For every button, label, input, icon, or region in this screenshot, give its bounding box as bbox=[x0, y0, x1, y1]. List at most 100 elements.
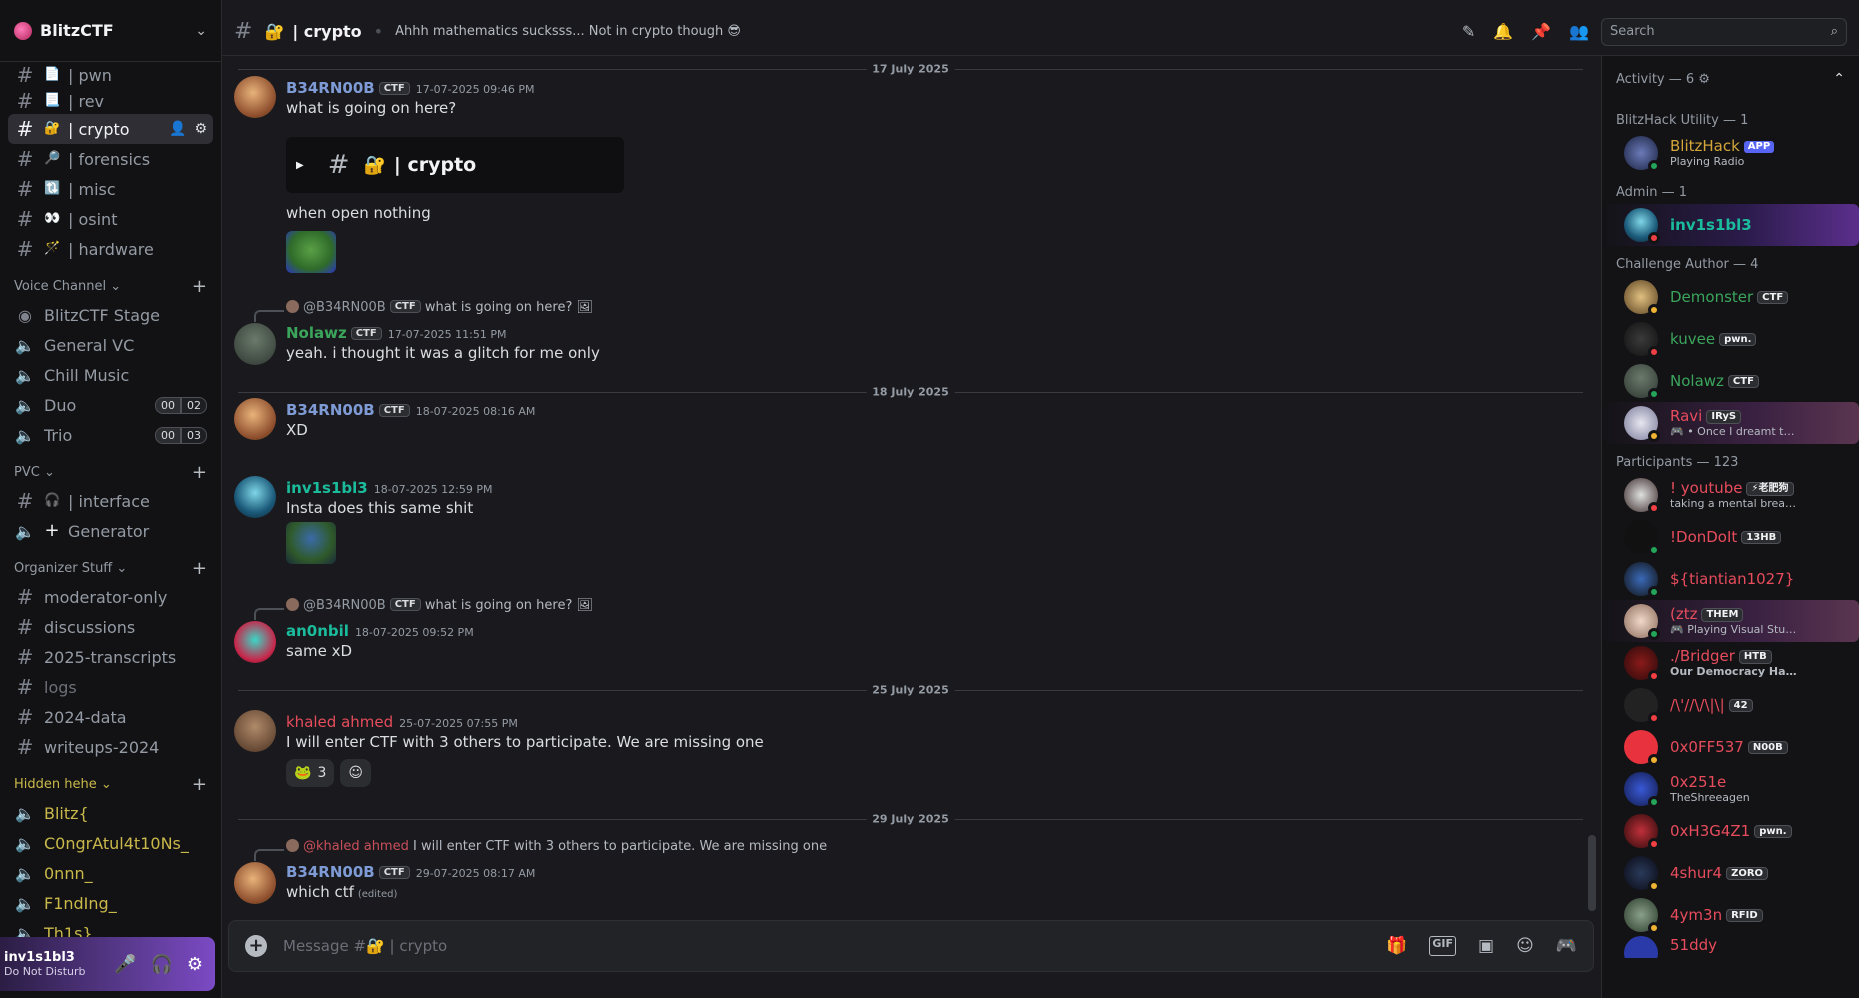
add-channel-icon[interactable]: + bbox=[192, 774, 207, 795]
voice-chill[interactable]: 🔈 Chill Music bbox=[8, 360, 213, 390]
member-item[interactable]: /\'//\/\|\| 42 bbox=[1602, 684, 1859, 726]
author-name[interactable]: B34RN00B bbox=[286, 79, 375, 97]
add-channel-icon[interactable]: + bbox=[192, 276, 207, 297]
channel-forensics[interactable]: # 🔎 | forensics bbox=[8, 144, 213, 174]
avatar[interactable] bbox=[234, 76, 276, 118]
chevron-down-icon[interactable]: ⌄ bbox=[195, 23, 207, 39]
channel-topic[interactable]: Ahhh mathematics sucksss... Not in crypt… bbox=[395, 24, 741, 39]
reply-preview[interactable]: @B34RN00B CTF what is going on here? 🖼 bbox=[286, 300, 593, 315]
channel-embed[interactable]: ▶ # 🔐 | crypto bbox=[286, 137, 624, 193]
gif-icon[interactable]: GIF bbox=[1429, 936, 1457, 956]
hash-icon: # bbox=[16, 63, 34, 87]
user-tag: CTF bbox=[350, 327, 382, 340]
avatar[interactable] bbox=[234, 398, 276, 440]
message-composer[interactable]: + Message #🔐 | crypto 🎁 GIF ▣ ☺ 🎮 bbox=[228, 920, 1594, 972]
voice-generator[interactable]: 🔈 + Generator bbox=[8, 516, 213, 546]
channel-moderator-only[interactable]: # moderator-only bbox=[8, 582, 213, 612]
server-name: BlitzCTF bbox=[40, 21, 114, 40]
member-item[interactable]: 0x0FF537 N00B bbox=[1602, 726, 1859, 768]
author-name[interactable]: B34RN00B bbox=[286, 401, 375, 419]
sticker-icon[interactable]: ▣ bbox=[1478, 936, 1494, 956]
member-item[interactable]: inv1s1bl3 bbox=[1602, 204, 1859, 246]
message-body: which ctf bbox=[286, 883, 354, 901]
channel-osint[interactable]: # 👀 | osint bbox=[8, 204, 213, 234]
members-icon[interactable]: 👥 bbox=[1569, 22, 1589, 41]
gift-icon[interactable]: 🎁 bbox=[1386, 936, 1407, 956]
member-item[interactable]: ! youtube⚡老肥狗taking a mental break, will… bbox=[1602, 474, 1859, 516]
mic-muted-icon[interactable]: 🎤 bbox=[114, 954, 136, 975]
add-channel-icon[interactable]: + bbox=[192, 558, 207, 579]
member-item[interactable]: 4ym3n RFID bbox=[1602, 894, 1859, 936]
voice-hidden-3[interactable]: 🔈 0nnn_ bbox=[8, 858, 213, 888]
member-item[interactable]: ${tiantian1027} bbox=[1602, 558, 1859, 600]
channel-crypto[interactable]: # 🔐 | crypto 👤 ⚙ bbox=[8, 114, 213, 144]
member-item[interactable]: BlitzHack APP Playing Radio bbox=[1602, 132, 1859, 174]
add-channel-icon[interactable]: + bbox=[192, 462, 207, 483]
category-voice[interactable]: Voice Channel ⌄ + bbox=[8, 272, 213, 300]
author-name[interactable]: Nolawz bbox=[286, 324, 347, 342]
reply-preview[interactable]: @B34RN00B CTF what is going on here? 🖼 bbox=[286, 598, 593, 613]
channel-discussions[interactable]: # discussions bbox=[8, 612, 213, 642]
threads-icon[interactable]: ✎ bbox=[1462, 22, 1475, 41]
search-input[interactable]: Search ⌕ bbox=[1601, 17, 1847, 46]
member-item[interactable]: Nolawz CTF bbox=[1602, 360, 1859, 402]
channel-emoji: 📄 bbox=[44, 67, 61, 82]
message-input[interactable]: Message #🔐 | crypto bbox=[283, 937, 447, 955]
category-organizer[interactable]: Organizer Stuff ⌄ + bbox=[8, 554, 213, 582]
author-name[interactable]: inv1s1bl3 bbox=[286, 479, 368, 497]
channel-hardware[interactable]: # 🪄 | hardware bbox=[8, 234, 213, 264]
voice-hidden-2[interactable]: 🔈 C0ngrAtul4t10Ns_ bbox=[8, 828, 213, 858]
add-attachment-button[interactable]: + bbox=[245, 935, 267, 957]
channel-rev[interactable]: # 📃 | rev bbox=[8, 88, 213, 114]
activity-header[interactable]: Activity — 6 ⚙ ⌃ bbox=[1602, 56, 1859, 102]
category-hidden[interactable]: Hidden hehe ⌄ + bbox=[8, 770, 213, 798]
avatar[interactable] bbox=[234, 476, 276, 518]
member-item[interactable]: 0xH3G4Z1 pwn. bbox=[1602, 810, 1859, 852]
channel-misc[interactable]: # 🔃 | misc bbox=[8, 174, 213, 204]
channel-logs[interactable]: # logs bbox=[8, 672, 213, 702]
chevron-up-icon[interactable]: ⌃ bbox=[1833, 71, 1845, 87]
category-pvc[interactable]: PVC ⌄ + bbox=[8, 458, 213, 486]
voice-duo[interactable]: 🔈 Duo 00 02 bbox=[8, 390, 213, 420]
avatar[interactable] bbox=[234, 323, 276, 365]
member-item[interactable]: 51ddy bbox=[1602, 936, 1859, 958]
reply-preview[interactable]: @khaled ahmed I will enter CTF with 3 ot… bbox=[286, 839, 827, 854]
member-item[interactable]: !DonDoIt 13HB bbox=[1602, 516, 1859, 558]
voice-trio[interactable]: 🔈 Trio 00 03 bbox=[8, 420, 213, 450]
member-item[interactable]: Demonster CTF bbox=[1602, 276, 1859, 318]
bell-icon[interactable]: 🔔 bbox=[1493, 22, 1513, 41]
channel-writeups-2024[interactable]: # writeups-2024 bbox=[8, 732, 213, 762]
channel-pwn[interactable]: # 📄 | pwn bbox=[8, 62, 213, 88]
voice-hidden-1[interactable]: 🔈 Blitz{ bbox=[8, 798, 213, 828]
member-item[interactable]: ./BridgerHTBOur Democracy Has Been ... bbox=[1602, 642, 1859, 684]
voice-general[interactable]: 🔈 General VC bbox=[8, 330, 213, 360]
member-item[interactable]: (ztz THEM 🎮 Playing Visual Studi... bbox=[1602, 600, 1859, 642]
author-name[interactable]: an0nbil bbox=[286, 622, 349, 640]
avatar[interactable] bbox=[234, 710, 276, 752]
voice-stage[interactable]: ◉ BlitzCTF Stage bbox=[8, 300, 213, 330]
member-item[interactable]: 0x251e TheShreeagen bbox=[1602, 768, 1859, 810]
author-name[interactable]: khaled ahmed bbox=[286, 713, 393, 731]
emoji-icon[interactable]: ☺ bbox=[1516, 936, 1534, 956]
avatar[interactable] bbox=[234, 862, 276, 904]
invite-icon[interactable]: 👤 bbox=[169, 121, 186, 137]
gear-icon[interactable]: ⚙ bbox=[187, 954, 203, 975]
member-item[interactable]: 4shur4 ZORO bbox=[1602, 852, 1859, 894]
member-item[interactable]: kuvee pwn. bbox=[1602, 318, 1859, 360]
add-reaction-button[interactable]: ☺ bbox=[340, 759, 371, 787]
pin-icon[interactable]: 📌 bbox=[1531, 22, 1551, 41]
author-name[interactable]: B34RN00B bbox=[286, 863, 375, 881]
avatar[interactable] bbox=[234, 621, 276, 663]
scrollbar-thumb[interactable] bbox=[1588, 835, 1596, 911]
user-info[interactable]: inv1s1bl3 Do Not Disturb bbox=[4, 950, 86, 978]
channel-2025-transcripts[interactable]: #2025-transcripts bbox=[8, 642, 213, 672]
voice-hidden-4[interactable]: 🔈 F1ndIng_ bbox=[8, 888, 213, 918]
headphones-icon[interactable]: 🎧 bbox=[150, 954, 172, 975]
channel-2024-data[interactable]: #2024-data bbox=[8, 702, 213, 732]
server-header[interactable]: BlitzCTF ⌄ bbox=[0, 0, 221, 62]
member-item[interactable]: Ravi IRyS 🎮 • Once I dreamt that... bbox=[1602, 402, 1859, 444]
gamepad-icon[interactable]: 🎮 bbox=[1556, 936, 1577, 956]
channel-interface[interactable]: # 🎧 | interface bbox=[8, 486, 213, 516]
reaction-pill[interactable]: 🐸 3 bbox=[286, 759, 335, 787]
gear-icon[interactable]: ⚙ bbox=[194, 121, 207, 137]
